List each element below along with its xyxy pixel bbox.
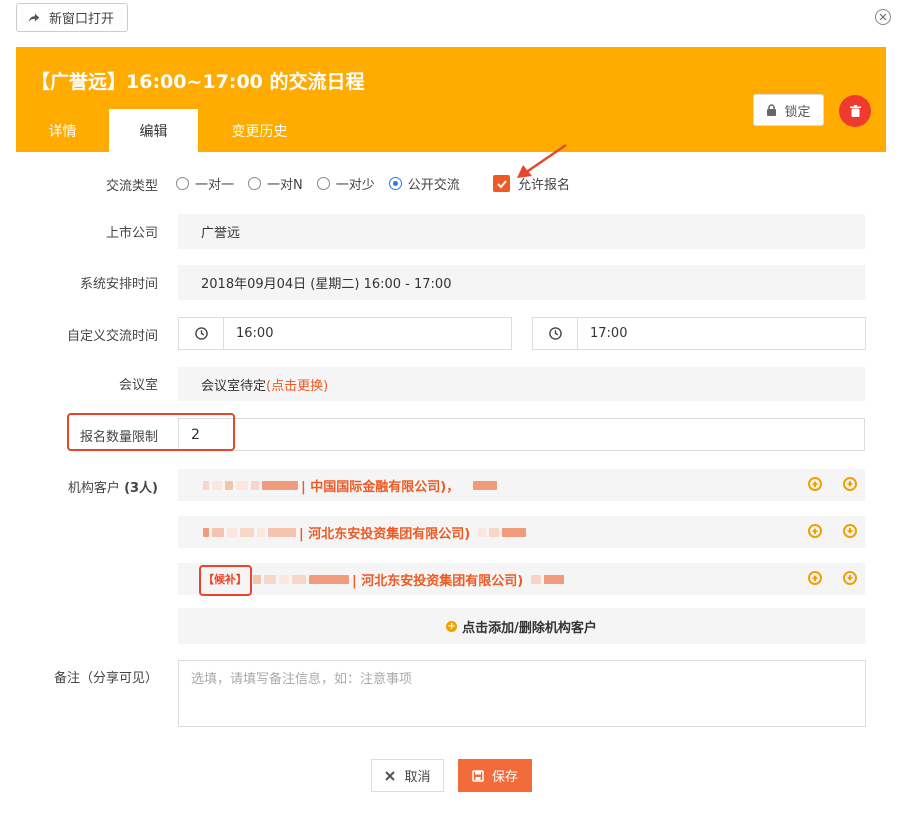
tab-edit[interactable]: 编辑 <box>109 109 198 152</box>
clock-icon <box>533 318 578 349</box>
start-time-input[interactable]: 16:00 <box>178 317 512 350</box>
cancel-button[interactable]: 取消 <box>371 759 444 792</box>
radio-label: 一对一 <box>195 177 235 193</box>
radio-label: 一对N <box>267 177 303 193</box>
add-client-button[interactable]: + 点击添加/删除机构客户 <box>178 608 865 644</box>
system-time-value: 2018年09月04日 (星期二) 16:00 - 17:00 <box>178 265 865 300</box>
end-time-input[interactable]: 17:00 <box>532 317 866 350</box>
annotation-arrow-icon <box>517 143 567 178</box>
save-label: 保存 <box>491 770 518 785</box>
move-down-icon[interactable] <box>843 477 857 491</box>
company-value: 广誉远 <box>178 214 865 249</box>
client-row: | 河北东安投资集团有限公司) <box>178 516 865 548</box>
annotation-highlight <box>67 413 235 451</box>
room-value: 会议室待定 (点击更换) <box>178 367 865 401</box>
radio-dot <box>316 176 330 190</box>
clients-count: (3人) <box>124 481 158 496</box>
redacted-suffix <box>478 525 529 540</box>
room-text: 会议室待定 <box>201 378 267 394</box>
radio-label: 一对少 <box>335 177 375 193</box>
client-company: | 河北东安投资集团有限公司) <box>299 526 471 542</box>
company-label: 上市公司 <box>105 226 158 241</box>
clock-icon <box>179 318 224 349</box>
new-window-button[interactable]: 新窗口打开 <box>16 3 128 32</box>
redacted-name <box>203 525 299 540</box>
radio-one-to-few[interactable]: 一对少 <box>316 174 375 193</box>
save-icon <box>472 769 484 782</box>
system-time-text: 2018年09月04日 (星期二) 16:00 - 17:00 <box>201 277 452 292</box>
page-title: 【广誉远】16:00~17:00 的交流日程 <box>31 71 365 93</box>
tab-history[interactable]: 变更历史 <box>198 109 321 152</box>
radio-dot-selected <box>388 176 402 190</box>
annotation-highlight <box>199 565 252 596</box>
radio-dot <box>176 176 189 190</box>
schedule-header: 【广誉远】16:00~17:00 的交流日程 详情 编辑 变更历史 锁定 <box>16 47 886 152</box>
redacted-name <box>253 572 352 587</box>
new-window-label: 新窗口打开 <box>49 12 115 27</box>
clients-label-text: 机构客户 <box>67 481 120 496</box>
radio-label: 公开交流 <box>407 177 460 193</box>
checkbox-box <box>493 175 510 192</box>
client-row: | 中国国际金融有限公司)， <box>178 469 865 501</box>
lock-label: 锁定 <box>784 104 811 120</box>
note-label: 备注（分享可见） <box>53 671 158 686</box>
note-placeholder: 选填，请填写备注信息，如：注意事项 <box>191 672 413 687</box>
add-client-label: 点击添加/删除机构客户 <box>462 620 597 636</box>
lock-button[interactable]: 锁定 <box>753 94 824 126</box>
delete-button[interactable] <box>839 95 871 127</box>
company-text: 广誉远 <box>201 226 241 241</box>
check-icon <box>496 179 507 188</box>
client-row: 【候补】 | 河北东安投资集团有限公司) <box>178 563 865 595</box>
share-arrow-icon <box>28 13 40 22</box>
radio-public[interactable]: 公开交流 <box>388 174 460 193</box>
redacted-name <box>203 478 301 493</box>
redacted-suffix <box>473 478 500 493</box>
plus-icon: + <box>446 620 458 632</box>
note-textarea[interactable]: 选填，请填写备注信息，如：注意事项 <box>178 660 866 727</box>
exchange-type-label: 交流类型 <box>105 179 158 194</box>
client-company: | 中国国际金融有限公司)， <box>301 479 460 495</box>
close-icon <box>385 770 396 781</box>
exchange-type-radios: 一对一 一对N 一对少 公开交流 <box>176 174 474 193</box>
system-time-label: 系统安排时间 <box>79 277 158 292</box>
change-room-link[interactable]: (点击更换) <box>266 375 328 394</box>
room-label: 会议室 <box>118 378 158 393</box>
client-company: | 河北东安投资集团有限公司) <box>352 573 524 589</box>
move-down-icon[interactable] <box>843 524 857 538</box>
radio-dot <box>248 176 262 190</box>
move-up-icon[interactable] <box>808 571 822 585</box>
close-icon[interactable]: ✕ <box>875 9 891 25</box>
custom-time-label: 自定义交流时间 <box>66 329 158 344</box>
start-time-value: 16:00 <box>236 326 274 341</box>
move-up-icon[interactable] <box>808 524 822 538</box>
cancel-label: 取消 <box>404 770 431 785</box>
radio-one-on-one[interactable]: 一对一 <box>176 174 234 193</box>
clients-label: 机构客户 (3人) <box>0 477 158 496</box>
lock-icon <box>767 104 777 116</box>
end-time-value: 17:00 <box>590 326 628 341</box>
top-bar: 新窗口打开 ✕ <box>0 0 902 36</box>
save-button[interactable]: 保存 <box>458 759 532 792</box>
signup-limit-input[interactable]: 2 <box>178 418 865 451</box>
tab-details[interactable]: 详情 <box>16 109 109 152</box>
radio-one-to-n[interactable]: 一对N <box>248 174 303 193</box>
move-down-icon[interactable] <box>843 571 857 585</box>
move-up-icon[interactable] <box>808 477 822 491</box>
trash-icon <box>849 105 861 117</box>
redacted-suffix <box>531 572 567 587</box>
